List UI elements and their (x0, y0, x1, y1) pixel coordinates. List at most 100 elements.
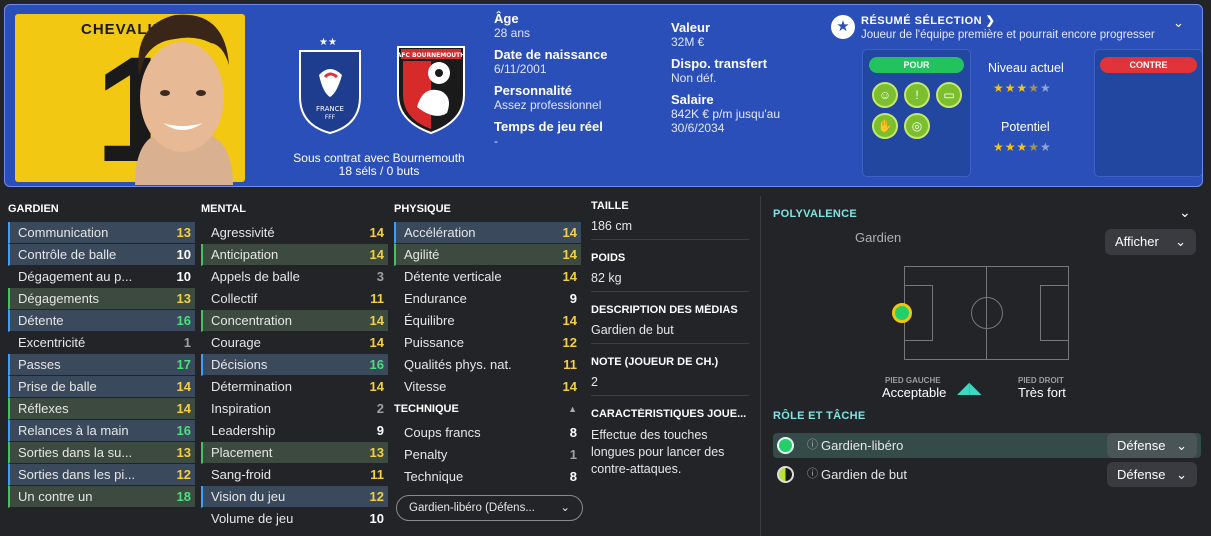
attribute-row[interactable]: Détermination 14 (201, 376, 388, 398)
attribute-row[interactable]: Concentration 14 (201, 310, 388, 332)
role-row-gardien-libero[interactable]: ⓘ Gardien-libéro Défense ⌄ (773, 433, 1201, 458)
role-suitability-icon (777, 437, 794, 454)
current-level-stars: ★★★★★ (993, 81, 1052, 95)
attribute-name: Excentricité (18, 335, 86, 350)
attribute-value: 12 (176, 467, 191, 482)
playtime-value: - (494, 134, 498, 148)
attribute-value: 14 (562, 247, 577, 262)
attribute-row[interactable]: Dégagements 13 (8, 288, 195, 310)
attribute-row[interactable]: Décisions 16 (201, 354, 388, 376)
france-federation-logo: ★★ FRANCE FFF (299, 37, 361, 135)
trait-mental-icon[interactable]: ☺ (872, 82, 898, 108)
gardien-header: GARDIEN (8, 203, 59, 215)
attribute-row[interactable]: Endurance 9 (394, 288, 581, 310)
attribute-value: 13 (176, 291, 191, 306)
duty-select[interactable]: Défense ⌄ (1107, 462, 1197, 487)
trait-ball-alert-icon[interactable]: ! (904, 82, 930, 108)
attribute-row[interactable]: Agressivité 14 (201, 222, 388, 244)
personality-value: Assez professionnel (494, 98, 602, 112)
info-icon[interactable]: ⓘ (807, 433, 818, 458)
attribute-row[interactable]: Coups francs 8 (394, 422, 581, 444)
attribute-row[interactable]: Dégagement au p... 10 (8, 266, 195, 288)
role-select-dropdown[interactable]: Gardien-libéro (Défens... ⌄ (396, 495, 583, 521)
polyvalence-title: POLYVALENCE (773, 208, 857, 220)
value-label: Valeur (671, 20, 711, 35)
trait-target-icon[interactable]: ◎ (904, 113, 930, 139)
collapse-icon[interactable]: ▲ (568, 400, 577, 418)
role-row-gardien-de-but[interactable]: ⓘ Gardien de but Défense ⌄ (773, 462, 1201, 487)
potential-stars: ★★★★★ (993, 140, 1052, 154)
physique-attributes: PHYSIQUE Accélération 14 Agilité 14 Détente … (394, 200, 581, 488)
attribute-row[interactable]: Prise de balle 14 (8, 376, 195, 398)
chevron-down-icon[interactable]: ⌄ (1179, 204, 1191, 221)
trait-gloves-icon[interactable]: ✋ (872, 113, 898, 139)
trait-pitch-icon[interactable]: ▭ (936, 82, 962, 108)
potential-label: Potentiel (1001, 120, 1050, 134)
attribute-row[interactable]: Accélération 14 (394, 222, 581, 244)
attribute-name: Sang-froid (211, 467, 271, 482)
attribute-row[interactable]: Détente verticale 14 (394, 266, 581, 288)
attribute-value: 17 (176, 357, 191, 372)
svg-text:★★: ★★ (319, 37, 337, 48)
attribute-name: Technique (404, 469, 464, 484)
attribute-value: 12 (562, 335, 577, 350)
attribute-value: 13 (176, 225, 191, 240)
attribute-row[interactable]: Vision du jeu 12 (201, 486, 388, 508)
bournemouth-club-logo: AFC BOURNEMOUTH (397, 46, 465, 135)
attribute-row[interactable]: Agilité 14 (394, 244, 581, 266)
attribute-row[interactable]: Placement 13 (201, 442, 388, 464)
info-icon[interactable]: ⓘ (807, 462, 818, 487)
attribute-row[interactable]: Un contre un 18 (8, 486, 195, 508)
attribute-row[interactable]: Penalty 1 (394, 444, 581, 466)
attribute-value: 14 (369, 247, 384, 262)
attribute-name: Contrôle de balle (18, 247, 117, 262)
attribute-name: Détente (18, 313, 64, 328)
attribute-name: Communication (18, 225, 109, 240)
attribute-row[interactable]: Contrôle de balle 10 (8, 244, 195, 266)
attribute-value: 14 (176, 379, 191, 394)
attribute-row[interactable]: Relances à la main 16 (8, 420, 195, 442)
attribute-row[interactable]: Inspiration 2 (201, 398, 388, 420)
attribute-row[interactable]: Technique 8 (394, 466, 581, 488)
attribute-row[interactable]: Sang-froid 11 (201, 464, 388, 486)
attribute-row[interactable]: Excentricité 1 (8, 332, 195, 354)
attribute-name: Collectif (211, 291, 258, 306)
personality-label: Personnalité (494, 83, 573, 98)
salary-value: 842K € p/m jusqu'au (671, 107, 781, 121)
attribute-row[interactable]: Sorties dans la su... 13 (8, 442, 195, 464)
attribute-value: 1 (183, 335, 191, 350)
afficher-button[interactable]: Afficher ⌄ (1105, 229, 1196, 255)
attribute-row[interactable]: Vitesse 14 (394, 376, 581, 398)
attribute-value: 14 (369, 379, 384, 394)
dob-value: 6/11/2001 (494, 62, 547, 76)
summary-title-link[interactable]: RÉSUMÉ SÉLECTION ❯ (861, 14, 995, 27)
salary-label: Salaire (671, 92, 714, 107)
duty-select[interactable]: Défense ⌄ (1107, 433, 1197, 458)
attribute-row[interactable]: Passes 17 (8, 354, 195, 376)
attribute-row[interactable]: Appels de balle 3 (201, 266, 388, 288)
attribute-name: Un contre un (18, 489, 93, 504)
attribute-name: Équilibre (404, 313, 455, 328)
attribute-row[interactable]: Anticipation 14 (201, 244, 388, 266)
mental-attributes: MENTAL Agressivité 14 Anticipation 14 Appels… (201, 200, 388, 530)
attribute-value: 14 (369, 313, 384, 328)
traits-label[interactable]: CARACTÉRISTIQUES JOUE... (591, 408, 749, 420)
attribute-row[interactable]: Puissance 12 (394, 332, 581, 354)
attribute-name: Puissance (404, 335, 464, 350)
attribute-value: 16 (176, 423, 191, 438)
attribute-row[interactable]: Qualités phys. nat. 11 (394, 354, 581, 376)
attribute-row[interactable]: Collectif 11 (201, 288, 388, 310)
attribute-row[interactable]: Réflexes 14 (8, 398, 195, 420)
attribute-row[interactable]: Sorties dans les pi... 12 (8, 464, 195, 486)
attribute-row[interactable]: Équilibre 14 (394, 310, 581, 332)
rating-value: 2 (591, 375, 749, 396)
attribute-row[interactable]: Communication 13 (8, 222, 195, 244)
contract-apps: 18 séls / 0 buts (338, 164, 420, 178)
chevron-down-icon[interactable]: ⌄ (1173, 15, 1184, 31)
attribute-row[interactable]: Volume de jeu 10 (201, 508, 388, 530)
attribute-name: Sorties dans les pi... (18, 467, 136, 482)
attribute-value: 11 (370, 291, 384, 306)
attribute-row[interactable]: Leadership 9 (201, 420, 388, 442)
attribute-row[interactable]: Courage 14 (201, 332, 388, 354)
attribute-row[interactable]: Détente 16 (8, 310, 195, 332)
